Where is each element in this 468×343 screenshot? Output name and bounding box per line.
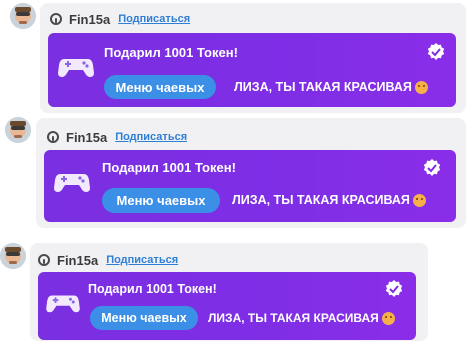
message-text-label: ЛИЗА, ТЫ ТАКАЯ КРАСИВАЯ [208, 311, 379, 325]
avatar-icon [0, 243, 26, 269]
avatar-icon [5, 117, 31, 143]
message-text-label: ЛИЗА, ТЫ ТАКАЯ КРАСИВАЯ [234, 80, 412, 94]
emoji-icon [414, 80, 428, 94]
subscribe-link[interactable]: Подписаться [106, 254, 178, 266]
gamepad-icon [58, 59, 94, 77]
card-title: Подарил 1001 Токен! [88, 282, 217, 296]
message-text: ЛИЗА, ТЫ ТАКАЯ КРАСИВАЯ [234, 80, 428, 94]
message-text: ЛИЗА, ТЫ ТАКАЯ КРАСИВАЯ [232, 193, 426, 207]
avatar[interactable] [5, 117, 31, 143]
gamepad-icon [46, 295, 80, 313]
username[interactable]: Fin15a [69, 12, 110, 27]
subscribe-link[interactable]: Подписаться [118, 13, 190, 25]
verified-badge-icon [427, 43, 445, 60]
card-title: Подарил 1001 Токен! [102, 160, 236, 175]
ring-icon [50, 13, 62, 25]
verified-badge-icon [385, 280, 403, 297]
tip-card: Подарил 1001 Токен! Меню чаевых ЛИЗА, ТЫ… [38, 272, 416, 340]
tip-card: Подарил 1001 Токен! Меню чаевых ЛИЗА, ТЫ… [44, 150, 456, 222]
subscribe-link[interactable]: Подписаться [115, 131, 187, 143]
tip-menu-button[interactable]: Меню чаевых [90, 306, 198, 330]
message-header: Fin15a Подписаться [38, 251, 178, 269]
username[interactable]: Fin15a [57, 253, 98, 268]
username[interactable]: Fin15a [66, 130, 107, 145]
emoji-icon [381, 311, 395, 325]
ring-icon [47, 131, 59, 143]
avatar-icon [10, 3, 36, 29]
gamepad-icon [54, 174, 90, 192]
tip-menu-button[interactable]: Меню чаевых [102, 188, 220, 213]
message-text: ЛИЗА, ТЫ ТАКАЯ КРАСИВАЯ [208, 311, 395, 325]
emoji-icon [412, 193, 426, 207]
ring-icon [38, 254, 50, 266]
card-title: Подарил 1001 Токен! [104, 45, 238, 60]
tip-menu-button[interactable]: Меню чаевых [104, 75, 216, 99]
avatar[interactable] [10, 3, 36, 29]
message-text-label: ЛИЗА, ТЫ ТАКАЯ КРАСИВАЯ [232, 193, 410, 207]
message-header: Fin15a Подписаться [50, 10, 190, 28]
verified-badge-icon [423, 159, 441, 176]
avatar[interactable] [0, 243, 26, 269]
message-header: Fin15a Подписаться [47, 128, 187, 146]
tip-card: Подарил 1001 Токен! Меню чаевых ЛИЗА, ТЫ… [48, 33, 456, 107]
